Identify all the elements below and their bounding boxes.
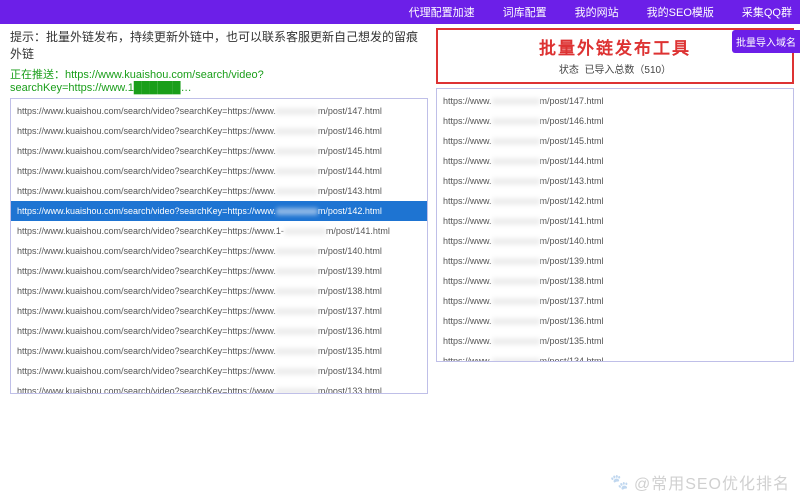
list-item[interactable]: https://www.m/post/142.html [437,191,793,211]
list-item[interactable]: https://www.kuaishou.com/search/video?se… [11,201,427,221]
list-item[interactable]: https://www.m/post/135.html [437,331,793,351]
nav-wordbank[interactable]: 词库配置 [503,4,547,20]
list-item[interactable]: https://www.m/post/141.html [437,211,793,231]
list-item[interactable]: https://www.m/post/139.html [437,251,793,271]
list-item[interactable]: https://www.kuaishou.com/search/video?se… [11,301,427,321]
list-item[interactable]: https://www.m/post/147.html [437,91,793,111]
watermark-text: @常用SEO优化排名 [634,470,790,494]
list-item[interactable]: https://www.kuaishou.com/search/video?se… [11,121,427,141]
paw-icon: 🐾 [610,473,630,491]
list-item[interactable]: https://www.m/post/146.html [437,111,793,131]
list-item[interactable]: https://www.m/post/143.html [437,171,793,191]
pushing-status: 正在推送：https://www.kuaishou.com/search/vid… [10,66,428,94]
nav-seo-template[interactable]: 我的SEO模版 [647,4,714,20]
list-item[interactable]: https://www.m/post/136.html [437,311,793,331]
bulk-import-domain-button[interactable]: 批量导入域名 [732,30,800,53]
hint-text: 提示：批量外链发布，持续更新外链中，也可以联系客服更新自己想发的留痕外链 [10,28,428,62]
nav-proxy[interactable]: 代理配置加速 [409,4,475,20]
list-item[interactable]: https://www.kuaishou.com/search/video?se… [11,241,427,261]
pushing-label: 正在推送： [10,69,65,81]
list-item[interactable]: https://www.kuaishou.com/search/video?se… [11,141,427,161]
top-nav: 代理配置加速 词库配置 我的网站 我的SEO模版 采集QQ群 [0,0,800,24]
list-item[interactable]: https://www.kuaishou.com/search/video?se… [11,281,427,301]
right-url-list[interactable]: https://www.m/post/147.htmlhttps://www.m… [436,88,794,362]
nav-mysite[interactable]: 我的网站 [575,4,619,20]
list-item[interactable]: https://www.kuaishou.com/search/video?se… [11,321,427,341]
list-item[interactable]: https://www.kuaishou.com/search/video?se… [11,101,427,121]
tool-status-label: 状态 [559,65,579,76]
list-item[interactable]: https://www.m/post/144.html [437,151,793,171]
list-item[interactable]: https://www.m/post/145.html [437,131,793,151]
list-item[interactable]: https://www.kuaishou.com/search/video?se… [11,181,427,201]
list-item[interactable]: https://www.m/post/138.html [437,271,793,291]
list-item[interactable]: https://www.m/post/134.html [437,351,793,362]
list-item[interactable]: https://www.kuaishou.com/search/video?se… [11,161,427,181]
list-item[interactable]: https://www.kuaishou.com/search/video?se… [11,341,427,361]
tool-status-value: 已导入总数（510） [584,65,671,76]
tool-status: 状态 已导入总数（510） [448,61,782,76]
list-item[interactable]: https://www.m/post/137.html [437,291,793,311]
list-item[interactable]: https://www.kuaishou.com/search/video?se… [11,381,427,394]
watermark: 🐾 @常用SEO优化排名 [610,470,790,494]
nav-qq-group[interactable]: 采集QQ群 [742,4,792,20]
list-item[interactable]: https://www.kuaishou.com/search/video?se… [11,261,427,281]
list-item[interactable]: https://www.m/post/140.html [437,231,793,251]
list-item[interactable]: https://www.kuaishou.com/search/video?se… [11,221,427,241]
left-url-list[interactable]: https://www.kuaishou.com/search/video?se… [10,98,428,394]
list-item[interactable]: https://www.kuaishou.com/search/video?se… [11,361,427,381]
